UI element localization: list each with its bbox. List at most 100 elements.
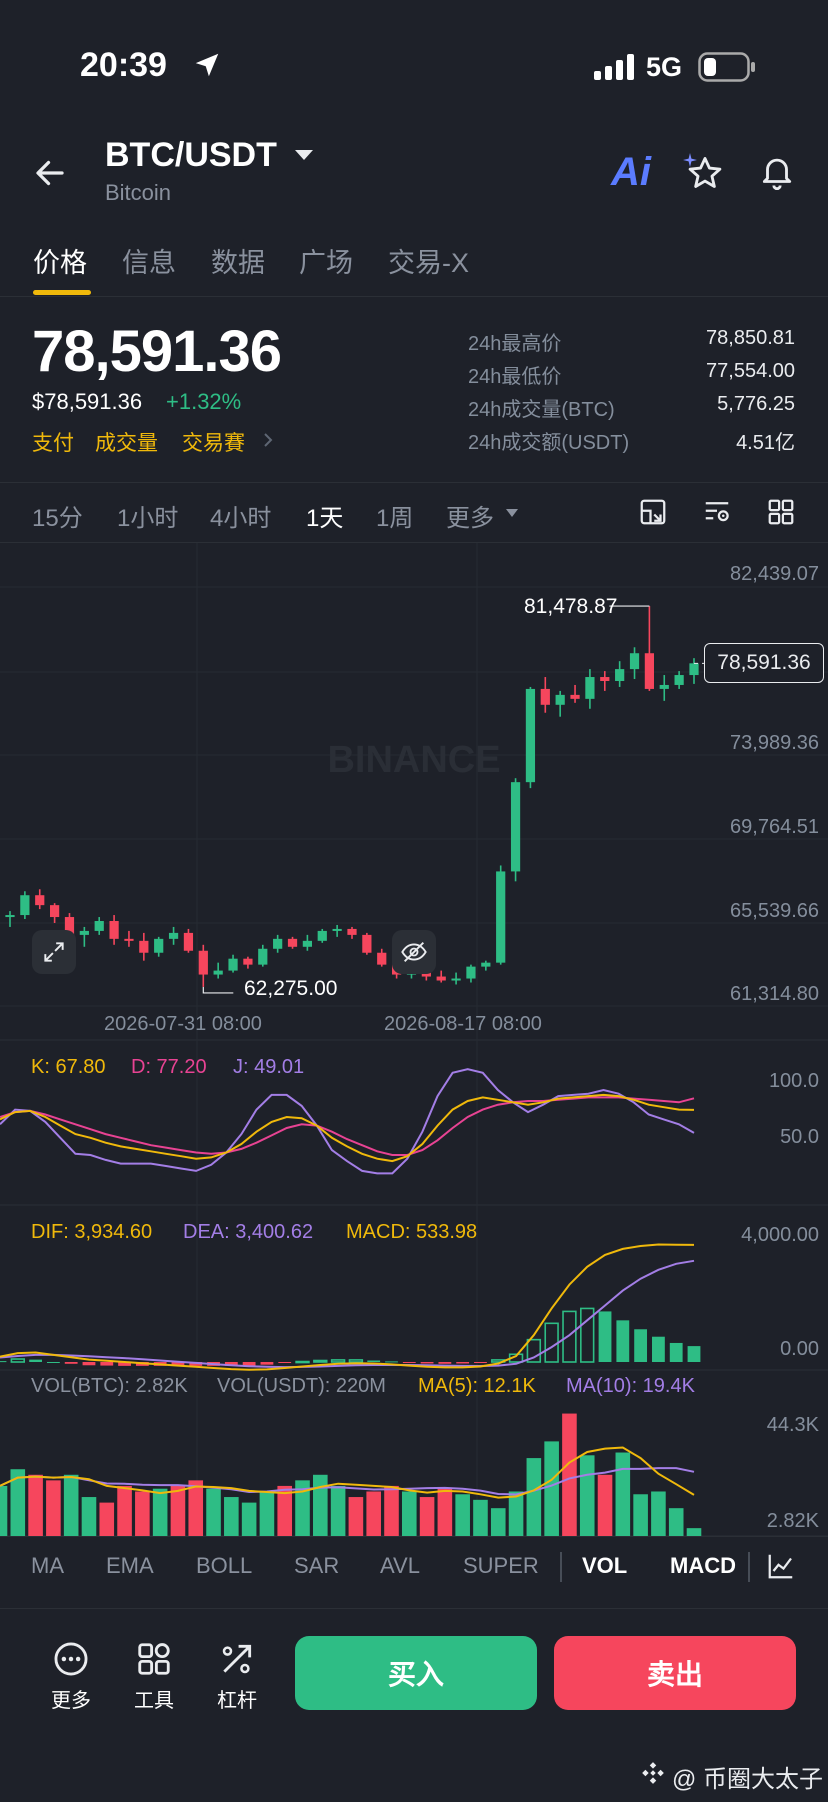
candle-body <box>659 684 669 689</box>
last-price-marker: 78,591.36 <box>704 643 824 683</box>
watermark: BINANCE <box>327 739 500 781</box>
ind-tab-vol[interactable]: VOL <box>582 1553 627 1579</box>
macd-bar <box>420 1362 434 1364</box>
macd-dea-line <box>0 1259 695 1369</box>
divider <box>0 1536 828 1537</box>
candle-body <box>436 976 446 981</box>
macd-dea-label: DEA: 3,400.62 <box>183 1221 314 1243</box>
macd-bar <box>330 1359 346 1363</box>
buy-button[interactable]: 买入 <box>295 1636 537 1710</box>
volume-bar <box>170 1485 186 1536</box>
low-marker-label: 62,275.00 <box>244 977 338 1000</box>
tools-icon[interactable] <box>135 1640 173 1678</box>
price-axis-label: 82,439.07 <box>730 563 819 585</box>
macd-bar <box>456 1362 470 1364</box>
macd-bar <box>438 1362 452 1364</box>
tool-leverage-label[interactable]: 杠杆 <box>202 1684 272 1713</box>
candle-body <box>258 948 268 965</box>
candle-body <box>154 938 164 953</box>
price-axis-label: 61,314.80 <box>730 983 819 1005</box>
candle-body <box>689 663 699 676</box>
macd-bar <box>652 1336 665 1362</box>
ind-tab-macd[interactable]: MACD <box>670 1553 736 1579</box>
binance-logo-icon <box>640 1760 666 1786</box>
volume-bar <box>348 1497 364 1536</box>
kdj-k-label: K: 67.80 <box>31 1056 106 1078</box>
candle-body <box>287 938 298 947</box>
volume-bar <box>455 1494 470 1536</box>
separator <box>560 1552 562 1582</box>
macd-dif-label: DIF: 3,934.60 <box>31 1221 153 1243</box>
candle-body <box>5 915 15 918</box>
volume-bar <box>473 1499 488 1536</box>
volume-bar <box>526 1458 542 1536</box>
macd-bar <box>474 1362 487 1363</box>
candle-body <box>481 962 491 967</box>
volume-bar <box>28 1474 43 1536</box>
macd-axis-label: 4,000.00 <box>741 1224 819 1246</box>
low-marker-line <box>202 986 234 994</box>
ind-tab-boll[interactable]: BOLL <box>196 1553 252 1579</box>
volume-bar <box>651 1491 666 1536</box>
kdj-j-line <box>0 1068 695 1175</box>
vol-usdt-label: VOL(USDT): 220M <box>217 1375 386 1397</box>
sell-button[interactable]: 卖出 <box>554 1636 796 1710</box>
candle-body <box>109 921 119 939</box>
candle-body <box>35 895 45 906</box>
candle-body <box>317 930 327 941</box>
candle-body <box>525 688 536 783</box>
candle-body <box>183 932 194 951</box>
macd-bar <box>0 1361 7 1363</box>
candle-body <box>332 928 342 931</box>
candle-body <box>644 653 655 689</box>
volume-bar <box>562 1413 577 1536</box>
volume-bar <box>224 1497 239 1536</box>
macd-bar <box>313 1359 328 1363</box>
candle-body <box>79 930 89 935</box>
candle-body <box>228 958 238 971</box>
tool-tools-label[interactable]: 工具 <box>119 1684 189 1713</box>
macd-bar <box>687 1346 701 1362</box>
vol-ma5-label: MA(5): 12.1K <box>418 1375 536 1397</box>
high-marker-label: 81,478.87 <box>524 595 618 618</box>
volume-bar <box>615 1452 631 1536</box>
candle-body <box>570 694 580 699</box>
volume-bar <box>490 1508 506 1536</box>
candle-body <box>451 978 461 981</box>
more-icon[interactable] <box>52 1640 90 1678</box>
volume-bar <box>579 1455 595 1536</box>
candle-body <box>124 938 134 941</box>
macd-bar <box>348 1359 364 1363</box>
candle-body <box>496 871 506 963</box>
volume-bar <box>668 1508 684 1536</box>
candle-body <box>243 958 253 965</box>
ind-tab-avl[interactable]: AVL <box>380 1553 420 1579</box>
volume-bar <box>384 1485 399 1536</box>
candle-body <box>510 782 521 872</box>
candle-body <box>20 895 30 916</box>
fullscreen-icon[interactable] <box>32 930 76 974</box>
macd-bar <box>278 1362 292 1363</box>
tool-more-label[interactable]: 更多 <box>36 1684 106 1713</box>
candle-body <box>600 677 610 681</box>
volume-bar <box>81 1497 97 1536</box>
chart-line-icon[interactable] <box>766 1551 796 1581</box>
ind-tab-ema[interactable]: EMA <box>106 1553 154 1579</box>
price-axis-label: 65,539.66 <box>730 900 819 922</box>
eye-off-icon[interactable] <box>392 930 436 974</box>
macd-bar <box>46 1362 60 1363</box>
volume-bar <box>241 1502 257 1536</box>
candle-body <box>302 940 313 947</box>
ind-tab-ma[interactable]: MA <box>31 1553 64 1579</box>
leverage-icon[interactable] <box>218 1640 256 1678</box>
candle-body <box>139 940 149 953</box>
candle-body <box>49 905 60 918</box>
macd-bar <box>10 1358 26 1363</box>
ind-tab-sar[interactable]: SAR <box>294 1553 339 1579</box>
kdj-axis-label: 100.0 <box>768 1070 819 1092</box>
kline-chart[interactable]: BINANCE <box>0 0 828 1801</box>
ind-tab-super[interactable]: SUPER <box>463 1553 539 1579</box>
candle-body <box>273 938 283 949</box>
candle-body <box>585 677 595 699</box>
volume-bar <box>633 1494 648 1536</box>
